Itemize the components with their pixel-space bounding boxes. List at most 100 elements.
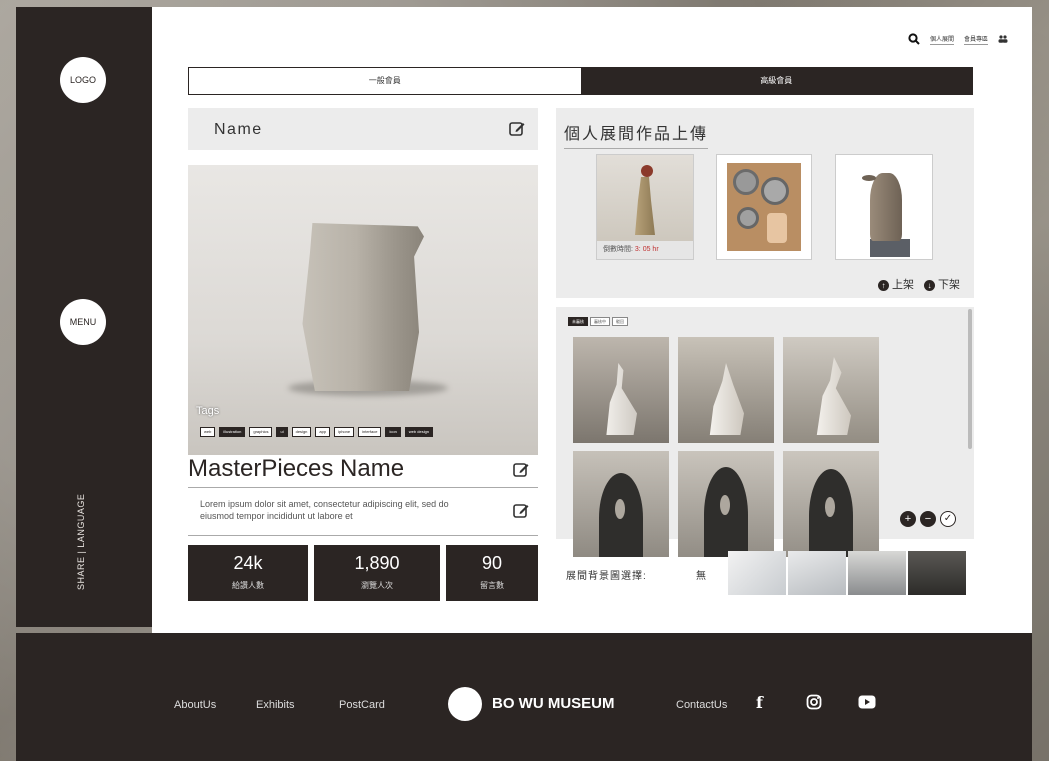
- facebook-icon[interactable]: f: [756, 693, 763, 712]
- stat-label: 瀏覽人次: [361, 581, 393, 590]
- tag[interactable]: illustration: [219, 427, 246, 437]
- tag[interactable]: web: [200, 427, 216, 437]
- gear-shape: [761, 177, 789, 205]
- footer-postcard-link[interactable]: PostCard: [339, 699, 385, 711]
- stats-row: 24k 給讚人數 1,890 瀏覽人次 90 留言數: [188, 545, 538, 601]
- users-icon: [998, 35, 1008, 43]
- background-thumb[interactable]: [788, 551, 846, 595]
- stat-value: 24k: [233, 553, 263, 573]
- menu-button[interactable]: MENU: [60, 299, 106, 345]
- sculpture-hole: [720, 495, 730, 515]
- gallery-item[interactable]: [783, 451, 879, 557]
- white-sculpture: [606, 363, 637, 435]
- masterpiece-title: MasterPieces Name: [188, 455, 405, 482]
- background-select: 展間背景圖選擇: 無: [556, 547, 974, 601]
- gallery-item[interactable]: [678, 337, 774, 443]
- vase-image: [302, 223, 424, 391]
- background-thumb[interactable]: [728, 551, 786, 595]
- member-center-link[interactable]: 會員專區: [963, 34, 988, 45]
- gallery-item[interactable]: [573, 451, 669, 557]
- divider: [188, 487, 538, 488]
- add-icon[interactable]: +: [900, 511, 916, 527]
- edit-description-icon[interactable]: [512, 502, 530, 520]
- countdown-value: 3: 05 hr: [634, 246, 659, 253]
- check-icon[interactable]: ✓: [940, 511, 956, 527]
- stat-views: 1,890 瀏覽人次: [314, 545, 440, 601]
- upload-thumb[interactable]: 倒數時間: 3: 05 hr: [596, 154, 694, 260]
- stat-comments: 90 留言數: [446, 545, 538, 601]
- filter-reviewing[interactable]: 審核中: [590, 317, 610, 326]
- top-bar: 個人展間 會員專區: [908, 33, 1008, 45]
- upload-thumb[interactable]: [716, 154, 812, 260]
- publish-label: 上架: [892, 279, 914, 291]
- edit-title-icon[interactable]: [512, 461, 530, 479]
- publish-button[interactable]: ↑ 上架: [878, 276, 914, 292]
- footer-exhibits-link[interactable]: Exhibits: [256, 699, 295, 711]
- unpublish-label: 下架: [938, 279, 960, 291]
- tab-premium-member[interactable]: 高級會員: [580, 68, 972, 94]
- tag[interactable]: web design: [404, 427, 434, 437]
- footer-about-link[interactable]: AboutUs: [174, 699, 216, 711]
- figure-shape: [767, 213, 787, 243]
- penguin-sculpture: [870, 173, 902, 241]
- footer-brand: BO WU MUSEUM: [492, 695, 615, 712]
- tag[interactable]: app: [315, 427, 331, 437]
- countdown-label: 倒數時間:: [603, 246, 633, 253]
- background-thumb[interactable]: [848, 551, 906, 595]
- background-thumb[interactable]: [908, 551, 966, 595]
- background-select-label: 展間背景圖選擇:: [566, 571, 647, 582]
- gallery-item[interactable]: [573, 337, 669, 443]
- tags-label: Tags: [196, 405, 220, 417]
- youtube-icon[interactable]: [858, 695, 876, 709]
- instagram-icon[interactable]: [806, 694, 822, 710]
- upload-section: 個人展間作品上傳 倒數時間: 3: 05 hr ↑ 上架 ↓ 下架: [556, 108, 974, 298]
- gear-shape: [733, 169, 759, 195]
- gallery-item[interactable]: [783, 337, 879, 443]
- review-filters: 未審核 審核中 駁回: [568, 317, 628, 326]
- review-gallery: 未審核 審核中 駁回 + − ✓: [556, 307, 974, 557]
- stat-value: 90: [481, 553, 503, 573]
- arrow-down-icon: ↓: [924, 280, 935, 291]
- logo-button[interactable]: LOGO: [60, 57, 106, 103]
- upload-thumb[interactable]: [835, 154, 933, 260]
- penguin-beak: [862, 175, 876, 181]
- tag[interactable]: ui: [276, 427, 288, 437]
- tab-general-member[interactable]: 一般會員: [189, 68, 581, 94]
- background-none-option[interactable]: 無: [696, 567, 706, 582]
- arrow-up-icon: ↑: [878, 280, 889, 291]
- stat-value: 1,890: [354, 553, 400, 573]
- remove-icon[interactable]: −: [920, 511, 936, 527]
- user-name: Name: [214, 121, 263, 138]
- membership-tabs: 一般會員 高級會員: [188, 67, 973, 95]
- divider: [188, 535, 538, 536]
- scrollbar[interactable]: [968, 309, 972, 449]
- gallery-item[interactable]: [678, 451, 774, 557]
- stat-likes: 24k 給讚人數: [188, 545, 308, 601]
- tag[interactable]: graphics: [249, 427, 273, 437]
- main-panel: 個人展間 會員專區 一般會員 高級會員 Name Tags web illust…: [152, 7, 1032, 633]
- countdown-bar: 倒數時間: 3: 05 hr: [597, 241, 693, 259]
- name-bar: Name: [188, 108, 538, 150]
- tag[interactable]: iphone: [334, 427, 355, 437]
- sculpture-hole: [615, 499, 625, 519]
- filter-rejected[interactable]: 駁回: [612, 317, 628, 326]
- white-sculpture: [709, 363, 744, 435]
- search-icon[interactable]: [908, 33, 920, 45]
- stat-label: 留言數: [480, 581, 504, 590]
- personal-exhibit-link[interactable]: 個人展間: [929, 34, 954, 45]
- tag[interactable]: design: [291, 427, 312, 437]
- upload-title: 個人展間作品上傳: [564, 120, 709, 149]
- tag[interactable]: icon: [385, 427, 401, 437]
- filter-unreviewed[interactable]: 未審核: [568, 317, 588, 326]
- left-sidebar: LOGO MENU SHARE | LANGUAGE: [16, 7, 152, 627]
- white-sculpture: [816, 357, 851, 435]
- footer-logo[interactable]: [448, 687, 482, 721]
- tag[interactable]: interface: [358, 427, 382, 437]
- share-language-link[interactable]: SHARE | LANGUAGE: [76, 487, 86, 597]
- masterpiece-description: Lorem ipsum dolor sit amet, consectetur …: [200, 499, 449, 521]
- edit-icon[interactable]: [508, 120, 526, 138]
- tags-row: web illustration graphics ui design app …: [200, 427, 434, 437]
- sculpture-hole: [825, 497, 835, 517]
- unpublish-button[interactable]: ↓ 下架: [924, 276, 960, 292]
- footer-contact-link[interactable]: ContactUs: [676, 699, 727, 711]
